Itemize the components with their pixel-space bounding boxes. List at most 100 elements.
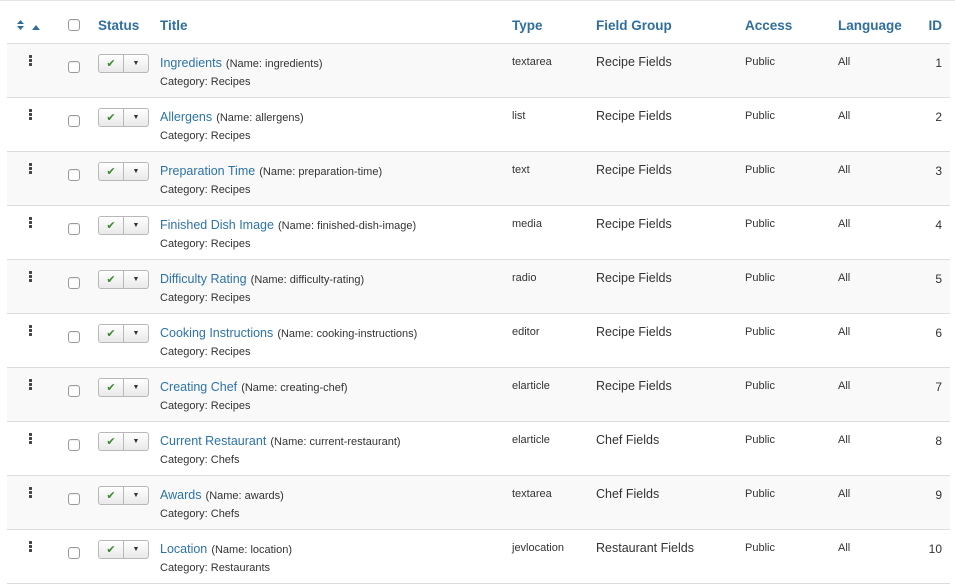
table-row: ✔ ▼ Current Restaurant (Name: current-re… bbox=[7, 421, 950, 476]
field-title-link[interactable]: Location bbox=[160, 542, 207, 556]
field-group-name: Restaurant Fields bbox=[596, 541, 694, 555]
published-toggle-button[interactable]: ✔ bbox=[99, 487, 124, 504]
row-checkbox[interactable] bbox=[68, 223, 80, 235]
ordering-header[interactable] bbox=[7, 7, 50, 44]
drag-handle-icon[interactable] bbox=[29, 217, 33, 228]
status-toggle-group: ✔ ▼ bbox=[98, 540, 149, 559]
drag-handle-icon[interactable] bbox=[29, 433, 33, 444]
select-all-checkbox[interactable] bbox=[68, 19, 80, 31]
published-toggle-button[interactable]: ✔ bbox=[99, 163, 124, 180]
row-checkbox[interactable] bbox=[68, 331, 80, 343]
status-actions-dropdown[interactable]: ▼ bbox=[124, 379, 148, 396]
title-header-label[interactable]: Title bbox=[160, 18, 188, 33]
published-toggle-button[interactable]: ✔ bbox=[99, 271, 124, 288]
row-checkbox[interactable] bbox=[68, 439, 80, 451]
published-toggle-button[interactable]: ✔ bbox=[99, 109, 124, 126]
title-cell: Cooking Instructions (Name: cooking-inst… bbox=[160, 313, 512, 368]
access-cell: Public bbox=[745, 205, 838, 260]
row-checkbox[interactable] bbox=[68, 277, 80, 289]
status-toggle-group: ✔ ▼ bbox=[98, 108, 149, 127]
field-title-link[interactable]: Current Restaurant bbox=[160, 434, 266, 448]
drag-handle-cell bbox=[7, 475, 50, 530]
row-checkbox[interactable] bbox=[68, 547, 80, 559]
published-toggle-button[interactable]: ✔ bbox=[99, 433, 124, 450]
drag-handle-cell bbox=[7, 367, 50, 422]
field-name-note: (Name: awards) bbox=[205, 490, 284, 502]
language-header[interactable]: Language bbox=[838, 7, 911, 44]
type-header-label[interactable]: Type bbox=[512, 18, 543, 33]
drag-handle-icon[interactable] bbox=[29, 325, 33, 336]
table-header-row: Status Title Type Field Group Access Lan… bbox=[7, 7, 950, 44]
check-icon: ✔ bbox=[106, 58, 116, 70]
sort-ascending-icon[interactable] bbox=[31, 22, 40, 33]
type-header[interactable]: Type bbox=[512, 7, 596, 44]
published-toggle-button[interactable]: ✔ bbox=[99, 541, 124, 558]
drag-handle-icon[interactable] bbox=[29, 55, 33, 66]
field-category: Category: Recipes bbox=[160, 238, 251, 250]
row-checkbox[interactable] bbox=[68, 493, 80, 505]
sort-updown-icon[interactable] bbox=[17, 19, 24, 33]
status-actions-dropdown[interactable]: ▼ bbox=[124, 271, 148, 288]
field-group-cell: Recipe Fields bbox=[596, 313, 745, 368]
drag-handle-icon[interactable] bbox=[29, 541, 33, 552]
field-title-link[interactable]: Difficulty Rating bbox=[160, 272, 247, 286]
ordering-sort-control[interactable] bbox=[17, 19, 45, 33]
row-checkbox[interactable] bbox=[68, 385, 80, 397]
published-toggle-button[interactable]: ✔ bbox=[99, 325, 124, 342]
check-icon: ✔ bbox=[106, 490, 116, 502]
access-level: Public bbox=[745, 56, 775, 68]
type-cell: textarea bbox=[512, 475, 596, 530]
status-header-label[interactable]: Status bbox=[98, 18, 139, 33]
field-type: elarticle bbox=[512, 380, 550, 392]
status-actions-dropdown[interactable]: ▼ bbox=[124, 163, 148, 180]
status-actions-dropdown[interactable]: ▼ bbox=[124, 109, 148, 126]
field-title-link[interactable]: Awards bbox=[160, 488, 201, 502]
drag-handle-icon[interactable] bbox=[29, 163, 33, 174]
status-header[interactable]: Status bbox=[98, 7, 160, 44]
access-header-label[interactable]: Access bbox=[745, 18, 792, 33]
field-title-link[interactable]: Finished Dish Image bbox=[160, 218, 274, 232]
published-toggle-button[interactable]: ✔ bbox=[99, 217, 124, 234]
status-actions-dropdown[interactable]: ▼ bbox=[124, 433, 148, 450]
title-cell: Ingredients (Name: ingredients) Category… bbox=[160, 43, 512, 98]
row-checkbox[interactable] bbox=[68, 169, 80, 181]
id-header-label[interactable]: ID bbox=[929, 18, 943, 33]
field-title-link[interactable]: Creating Chef bbox=[160, 380, 237, 394]
status-cell: ✔ ▼ bbox=[98, 205, 160, 260]
published-toggle-button[interactable]: ✔ bbox=[99, 55, 124, 72]
id-cell: 3 bbox=[911, 151, 950, 206]
field-title-link[interactable]: Ingredients bbox=[160, 56, 222, 70]
row-checkbox[interactable] bbox=[68, 115, 80, 127]
status-actions-dropdown[interactable]: ▼ bbox=[124, 325, 148, 342]
title-cell: Current Restaurant (Name: current-restau… bbox=[160, 421, 512, 476]
field-group-name: Chef Fields bbox=[596, 487, 660, 501]
language-header-label[interactable]: Language bbox=[838, 18, 902, 33]
drag-handle-icon[interactable] bbox=[29, 271, 33, 282]
status-actions-dropdown[interactable]: ▼ bbox=[124, 217, 148, 234]
field-title-link[interactable]: Preparation Time bbox=[160, 164, 255, 178]
row-checkbox[interactable] bbox=[68, 61, 80, 73]
access-header[interactable]: Access bbox=[745, 7, 838, 44]
status-actions-dropdown[interactable]: ▼ bbox=[124, 487, 148, 504]
field-group-name: Recipe Fields bbox=[596, 379, 672, 393]
title-header[interactable]: Title bbox=[160, 7, 512, 44]
drag-handle-icon[interactable] bbox=[29, 487, 33, 498]
id-cell: 6 bbox=[911, 313, 950, 368]
field-id: 5 bbox=[935, 272, 942, 286]
status-actions-dropdown[interactable]: ▼ bbox=[124, 541, 148, 558]
field-category: Category: Recipes bbox=[160, 76, 251, 88]
field-title-link[interactable]: Cooking Instructions bbox=[160, 326, 273, 340]
field-group-header[interactable]: Field Group bbox=[596, 7, 745, 44]
field-name-note: (Name: difficulty-rating) bbox=[250, 274, 365, 286]
published-toggle-button[interactable]: ✔ bbox=[99, 379, 124, 396]
field-group-cell: Restaurant Fields bbox=[596, 529, 745, 584]
field-group-header-label[interactable]: Field Group bbox=[596, 18, 672, 33]
field-group-cell: Recipe Fields bbox=[596, 43, 745, 98]
id-header[interactable]: ID bbox=[911, 7, 950, 44]
field-name-note: (Name: location) bbox=[211, 544, 293, 556]
status-actions-dropdown[interactable]: ▼ bbox=[124, 55, 148, 72]
field-title-link[interactable]: Allergens bbox=[160, 110, 212, 124]
drag-handle-icon[interactable] bbox=[29, 109, 33, 120]
drag-handle-icon[interactable] bbox=[29, 379, 33, 390]
access-cell: Public bbox=[745, 475, 838, 530]
